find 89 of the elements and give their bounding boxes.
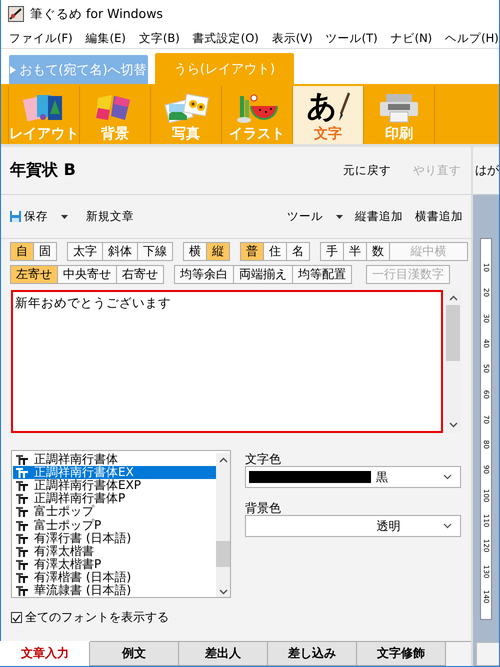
font-list-item[interactable]: 有澤太楷書 — [13, 544, 216, 558]
scrollbar-thumb — [446, 305, 460, 361]
truetype-icon — [16, 546, 28, 557]
menu-item[interactable]: ファイル(F) — [5, 30, 77, 46]
menu-item[interactable]: 書式設定(O) — [188, 30, 263, 46]
format-button[interactable]: 太字 — [67, 242, 103, 261]
format-button[interactable]: 両端揃え — [233, 265, 293, 284]
truetype-icon — [16, 467, 28, 478]
scrollbar[interactable] — [216, 453, 230, 597]
font-list-item[interactable]: 華流隷書 (日本語) — [13, 584, 216, 597]
menu-item[interactable]: ナビ(N) — [386, 30, 436, 46]
font-list-item[interactable]: 正調祥南行書体 — [13, 453, 216, 466]
menu-item[interactable]: ヘルプ(H) — [441, 30, 500, 46]
ribbon-tab[interactable]: あ 文字 — [292, 86, 364, 144]
format-button[interactable]: 手 — [320, 242, 344, 261]
triangle-icon — [10, 66, 16, 74]
font-list-item[interactable]: 有澤太楷書P — [13, 558, 216, 571]
format-button[interactable]: 縦 — [206, 242, 230, 261]
font-list-item[interactable]: 正調祥南行書体P — [13, 492, 216, 506]
menu-item[interactable]: ツール(T) — [322, 30, 382, 46]
format-button[interactable]: 均等余白 — [174, 265, 234, 284]
app-icon — [8, 6, 24, 22]
truetype-icon — [16, 572, 28, 583]
field-label: 文字色 — [245, 451, 282, 466]
caret-icon — [336, 214, 343, 218]
toolbar-button[interactable]: ツール — [287, 209, 343, 224]
preview-title: はが — [475, 162, 499, 179]
format-button[interactable]: 左寄せ — [10, 265, 58, 284]
scroll-up-icon — [218, 457, 228, 463]
truetype-icon — [16, 520, 28, 531]
scroll-down-icon — [448, 422, 458, 428]
truetype-icon — [16, 532, 28, 544]
format-button[interactable]: 自 — [10, 242, 34, 261]
bottom-tab[interactable]: 差出人 — [178, 642, 268, 666]
menu-item[interactable]: 表示(V) — [268, 30, 317, 46]
chevron-down-icon — [443, 523, 452, 529]
font-list-item[interactable]: 有澤楷書 (日本語) — [13, 570, 216, 584]
format-button[interactable]: 均等配置 — [292, 265, 352, 284]
format-button[interactable]: 横 — [183, 242, 207, 261]
format-button[interactable]: 右寄せ — [116, 265, 164, 284]
window-title: 筆ぐるめ for Windows — [30, 6, 163, 22]
format-button[interactable]: 斜体 — [102, 242, 138, 261]
toolbar-button[interactable]: 縦書追加 — [355, 209, 403, 224]
font-list-item[interactable]: 正調祥南行書体EXP — [13, 479, 216, 492]
field-label: 背景色 — [245, 500, 282, 515]
truetype-icon — [16, 506, 28, 518]
bottom-tab[interactable]: 例文 — [89, 642, 179, 666]
format-button[interactable]: 名 — [286, 242, 310, 261]
menu-item[interactable]: 編集(E) — [82, 30, 130, 46]
undo-button[interactable]: 元に戻す — [343, 163, 391, 178]
format-button[interactable]: 下線 — [137, 242, 173, 261]
truetype-icon — [16, 558, 28, 570]
text-input-field[interactable]: 新年おめでとうございます — [11, 290, 443, 433]
bottom-tab[interactable]: 文章入力 — [0, 641, 90, 666]
truetype-icon — [16, 493, 28, 504]
font-list-item[interactable]: 富士ポップP — [13, 518, 216, 532]
checkmark-icon — [12, 614, 21, 622]
font-list-item[interactable]: 正調祥南行書体EX — [13, 466, 216, 480]
document-title: 年賀状 B — [10, 160, 77, 181]
format-button[interactable]: 数 — [366, 242, 390, 261]
font-list[interactable]: 正調祥南行書体 正調祥南行書体EX 正調祥南行書体EXP 正調祥南行書体P 富士ポップ 富士ポップP 有澤行書 (日本語) 有澤太楷書 有澤太楷書P 有澤楷書 (日本語) 華流隷書 (日本語) — [11, 450, 231, 598]
truetype-icon — [16, 480, 28, 492]
scroll-up-icon — [448, 295, 458, 301]
scrollbar-thumb — [216, 541, 230, 567]
chevron-down-icon — [443, 474, 452, 480]
menu-item[interactable]: 文字(B) — [134, 30, 184, 46]
text-color-dropdown[interactable]: 黒 — [245, 466, 461, 488]
bottom-tab[interactable]: 文字修飾 — [356, 642, 446, 666]
checkbox-label: 全てのフォントを表示する — [25, 609, 169, 626]
format-button[interactable]: 中央寄せ — [57, 265, 117, 284]
toolbar-button[interactable]: 新規文章 — [86, 209, 134, 224]
scroll-down-icon — [218, 589, 228, 595]
status-box — [476, 642, 499, 666]
truetype-icon — [16, 454, 28, 466]
toolbar-button[interactable]: 横書追加 — [415, 209, 463, 224]
font-list-item[interactable]: 富士ポップ — [13, 505, 216, 518]
checkbox[interactable] — [11, 612, 22, 623]
font-list-item[interactable]: 有澤行書 (日本語) — [13, 532, 216, 545]
bottom-tab[interactable]: 差し込み — [267, 642, 357, 666]
format-button[interactable]: 固 — [33, 242, 57, 261]
truetype-icon — [16, 584, 28, 596]
brush-icon — [338, 92, 350, 122]
caret-icon — [61, 214, 68, 218]
background-color-dropdown[interactable]: 透明 — [245, 515, 461, 537]
format-button[interactable]: 普 — [240, 242, 264, 261]
format-button[interactable]: 半 — [343, 242, 367, 261]
format-button[interactable]: 住 — [263, 242, 287, 261]
glyph-icon: あ — [306, 90, 338, 124]
toolbar-button[interactable]: 保存 — [10, 209, 68, 224]
